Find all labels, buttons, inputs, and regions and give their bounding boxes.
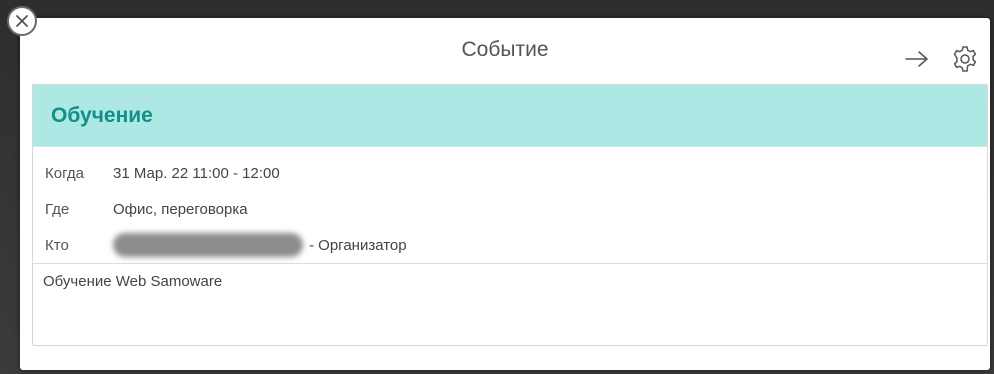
event-card: Обучение Когда 31 Мар. 22 11:00 - 12:00 … <box>32 84 988 346</box>
event-name: Обучение <box>51 103 153 127</box>
where-row: Где Офис, переговорка <box>45 191 987 227</box>
when-row: Когда 31 Мар. 22 11:00 - 12:00 <box>45 155 987 191</box>
event-dialog: Событие Обучение Когда 31 Мар. 22 11:00 … <box>20 18 990 370</box>
event-description: Обучение Web Samoware <box>43 273 223 290</box>
who-label: Кто <box>45 236 69 254</box>
event-header: Обучение <box>33 85 987 147</box>
organizer-role: - Организатор <box>309 236 407 254</box>
dialog-title: Событие <box>461 38 549 61</box>
gear-icon[interactable] <box>950 44 980 74</box>
divider <box>33 263 987 264</box>
close-icon <box>16 15 28 27</box>
where-value: Офис, переговорка <box>113 200 248 218</box>
when-value: 31 Мар. 22 11:00 - 12:00 <box>113 164 280 182</box>
close-button[interactable] <box>7 6 37 36</box>
when-label: Когда <box>45 164 84 182</box>
where-label: Где <box>45 200 70 218</box>
organizer-name-redacted <box>113 233 303 257</box>
event-details: Когда 31 Мар. 22 11:00 - 12:00 Где Офис,… <box>33 147 987 263</box>
who-row: Кто - Организатор <box>45 227 987 263</box>
dialog-header: Событие <box>20 18 990 84</box>
arrow-right-icon[interactable] <box>902 44 932 74</box>
